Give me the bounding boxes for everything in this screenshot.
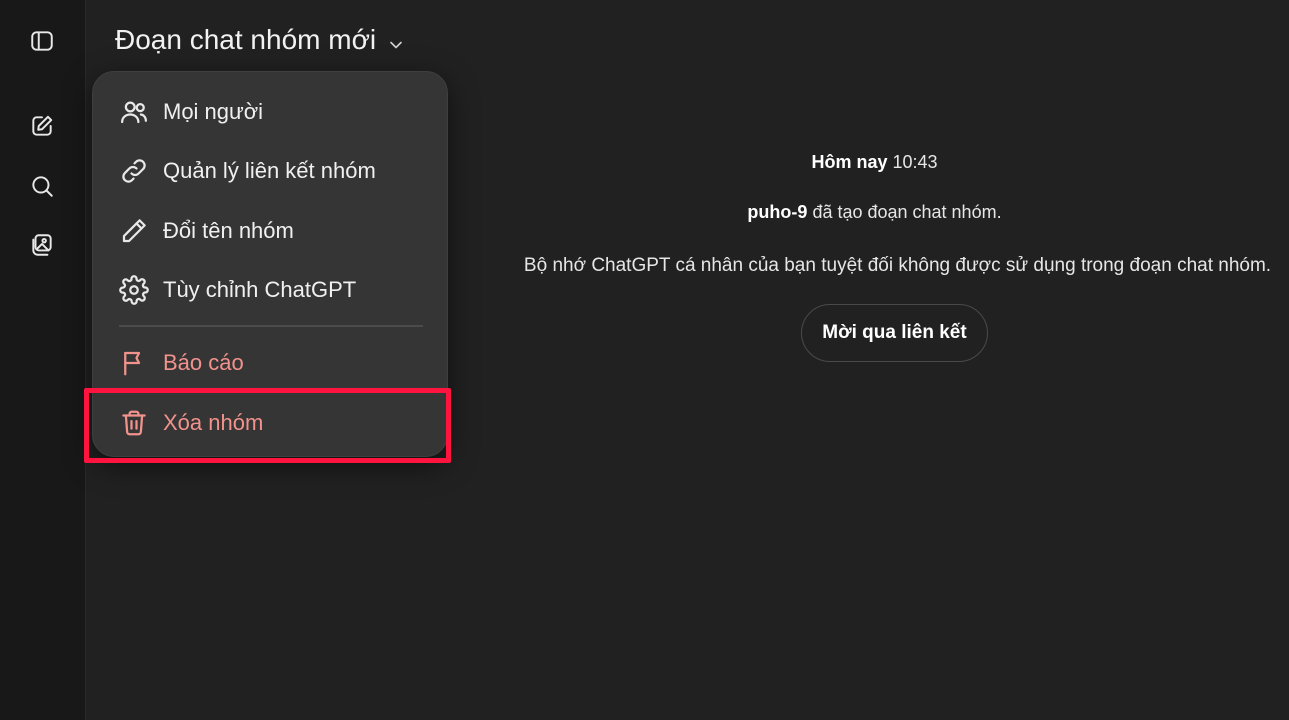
people-icon xyxy=(121,101,147,124)
menu-item-label: Báo cáo xyxy=(163,350,244,375)
menu-item-label: Mọi người xyxy=(163,99,264,124)
time-value: 10:43 xyxy=(892,152,938,172)
menu-item-report[interactable]: Báo cáo xyxy=(93,338,449,388)
left-rail xyxy=(0,0,86,720)
search-icon[interactable] xyxy=(22,166,62,206)
menu-item-people[interactable]: Mọi người xyxy=(93,87,449,137)
images-icon[interactable] xyxy=(22,225,62,265)
chat-timestamp: Hôm nay 10:43 xyxy=(460,152,1289,173)
chevron-down-icon xyxy=(386,30,406,50)
invite-link-button[interactable]: Mời qua liên kết xyxy=(801,304,988,362)
pencil-icon xyxy=(122,219,146,243)
menu-item-label: Quản lý liên kết nhóm xyxy=(163,158,376,183)
menu-divider xyxy=(119,325,423,327)
menu-item-label: Đổi tên nhóm xyxy=(163,218,294,243)
memory-note: Bộ nhớ ChatGPT cá nhân của bạn tuyệt đối… xyxy=(523,255,1272,276)
flag-icon xyxy=(124,351,141,376)
link-icon xyxy=(122,159,146,183)
menu-item-rename[interactable]: Đổi tên nhóm xyxy=(93,206,449,256)
group-created-message: puho-9 đã tạo đoạn chat nhóm. xyxy=(460,202,1289,223)
menu-item-manage-link[interactable]: Quản lý liên kết nhóm xyxy=(93,146,449,196)
new-chat-icon[interactable] xyxy=(22,106,62,146)
gear-icon xyxy=(119,275,149,305)
highlight-box xyxy=(84,388,451,463)
sidebar-toggle-icon[interactable] xyxy=(22,21,62,61)
chat-title-dropdown[interactable]: Đoạn chat nhóm mới xyxy=(115,24,406,56)
chat-title: Đoạn chat nhóm mới xyxy=(115,24,377,55)
day-label: Hôm nay xyxy=(811,152,888,172)
created-text: đã tạo đoạn chat nhóm. xyxy=(812,202,1002,222)
menu-item-label: Tùy chỉnh ChatGPT xyxy=(163,277,357,302)
creator-name: puho-9 xyxy=(747,202,808,222)
menu-item-customize[interactable]: Tùy chỉnh ChatGPT xyxy=(93,265,449,315)
